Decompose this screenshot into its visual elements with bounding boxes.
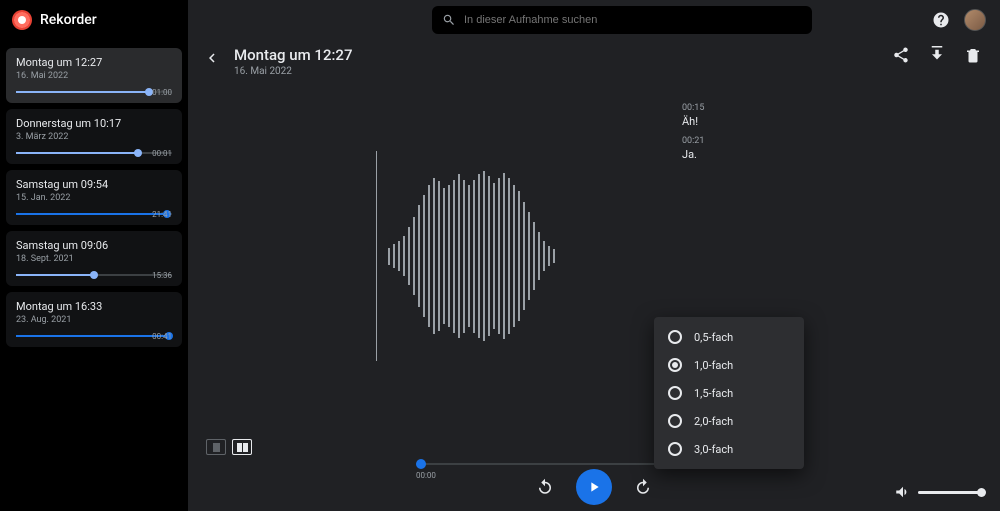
recordings-list: Montag um 12:27 16. Mai 2022 01:00 Donnerst… <box>0 44 188 351</box>
speed-menu: 0,5-fach 1,0-fach 1,5-fach 2,0-fach 3,0-fach <box>654 317 804 469</box>
speed-label: 2,0-fach <box>694 415 733 428</box>
volume-icon <box>894 483 912 501</box>
recording-item[interactable]: Samstag um 09:54 15. Jan. 2022 21:41 <box>6 170 182 225</box>
transcript-time: 00:15 <box>682 103 974 113</box>
transcript-time: 00:21 <box>682 136 974 146</box>
recording-item-title: Montag um 12:27 <box>16 56 172 69</box>
radio-icon <box>668 386 682 400</box>
sidebar: Rekorder Montag um 12:27 16. Mai 2022 01:0… <box>0 0 188 511</box>
timeline-knob[interactable] <box>416 459 426 469</box>
volume-slider[interactable] <box>918 491 982 494</box>
recording-item-duration: 00:01 <box>152 149 172 158</box>
recording-item[interactable]: Donnerstag um 10:17 3. März 2022 00:01 <box>6 109 182 164</box>
waveform-pane <box>206 85 662 457</box>
view-single-button[interactable] <box>206 439 226 455</box>
speed-label: 1,5-fach <box>694 387 733 400</box>
recording-item-progress <box>16 152 172 154</box>
recording-item[interactable]: Montag um 16:33 23. Aug. 2021 00:41 <box>6 292 182 347</box>
recording-item-duration: 21:41 <box>152 210 172 219</box>
recording-item-progress <box>16 335 172 337</box>
rewind-button[interactable] <box>532 474 558 500</box>
play-icon <box>586 479 602 495</box>
recording-item-title: Samstag um 09:54 <box>16 178 172 191</box>
recording-item-title: Montag um 16:33 <box>16 300 172 313</box>
main: Montag um 12:27 16. Mai 2022 00:15Äh!00:… <box>188 0 1000 511</box>
recording-item-duration: 01:00 <box>152 88 172 97</box>
recording-item-date: 18. Sept. 2021 <box>16 254 172 264</box>
speed-option[interactable]: 1,5-fach <box>654 379 804 407</box>
recording-item-title: Samstag um 09:06 <box>16 239 172 252</box>
play-button[interactable] <box>576 469 612 505</box>
chevron-left-icon <box>203 49 221 67</box>
speed-option[interactable]: 3,0-fach <box>654 435 804 463</box>
recording-date: 16. Mai 2022 <box>234 66 352 77</box>
recording-item-date: 3. März 2022 <box>16 132 172 142</box>
view-toggles <box>206 439 252 455</box>
recording-item[interactable]: Montag um 12:27 16. Mai 2022 01:00 <box>6 48 182 103</box>
recording-header: Montag um 12:27 16. Mai 2022 <box>188 40 1000 77</box>
speed-label: 1,0-fach <box>694 359 733 372</box>
search-input[interactable] <box>464 14 802 26</box>
top-bar <box>188 0 1000 40</box>
top-right <box>932 9 986 31</box>
radio-icon <box>668 414 682 428</box>
radio-icon <box>668 330 682 344</box>
recording-item-progress <box>16 274 172 276</box>
speed-label: 3,0-fach <box>694 443 733 456</box>
view-split-button[interactable] <box>232 439 252 455</box>
recording-item-duration: 15:36 <box>152 271 172 280</box>
share-icon[interactable] <box>892 46 910 64</box>
recording-item-date: 23. Aug. 2021 <box>16 315 172 325</box>
volume-control[interactable] <box>894 483 982 501</box>
radio-icon <box>668 358 682 372</box>
forward-icon <box>634 478 652 496</box>
radio-icon <box>668 442 682 456</box>
avatar[interactable] <box>964 9 986 31</box>
speed-option[interactable]: 2,0-fach <box>654 407 804 435</box>
speed-option[interactable]: 1,0-fach <box>654 351 804 379</box>
recording-item-title: Donnerstag um 10:17 <box>16 117 172 130</box>
back-button[interactable] <box>200 46 224 70</box>
playback-controls <box>206 469 982 505</box>
rewind-icon <box>536 478 554 496</box>
delete-icon[interactable] <box>964 46 982 64</box>
app-logo-icon <box>12 10 32 30</box>
app-name: Rekorder <box>40 12 97 28</box>
help-icon[interactable] <box>932 11 950 29</box>
speed-option[interactable]: 0,5-fach <box>654 323 804 351</box>
recording-item-date: 15. Jan. 2022 <box>16 193 172 203</box>
speed-label: 0,5-fach <box>694 331 733 344</box>
search-box[interactable] <box>432 6 812 34</box>
recording-title: Montag um 12:27 <box>234 46 352 64</box>
recording-item-duration: 00:41 <box>152 332 172 341</box>
download-icon[interactable] <box>928 46 946 64</box>
playback-bar: 00:00 <box>188 457 1000 511</box>
waveform <box>376 171 566 341</box>
search-icon <box>442 13 456 27</box>
brand: Rekorder <box>0 0 188 44</box>
recording-item-progress <box>16 91 172 93</box>
recording-item-progress <box>16 213 172 215</box>
forward-button[interactable] <box>630 474 656 500</box>
transcript-text[interactable]: Ja. <box>682 148 974 161</box>
content-area: 00:15 Äh! 00:21 Ja. <box>188 77 1000 457</box>
transcript-text[interactable]: Äh! <box>682 115 974 128</box>
recording-item[interactable]: Samstag um 09:06 18. Sept. 2021 15:36 <box>6 231 182 286</box>
recording-item-date: 16. Mai 2022 <box>16 71 172 81</box>
